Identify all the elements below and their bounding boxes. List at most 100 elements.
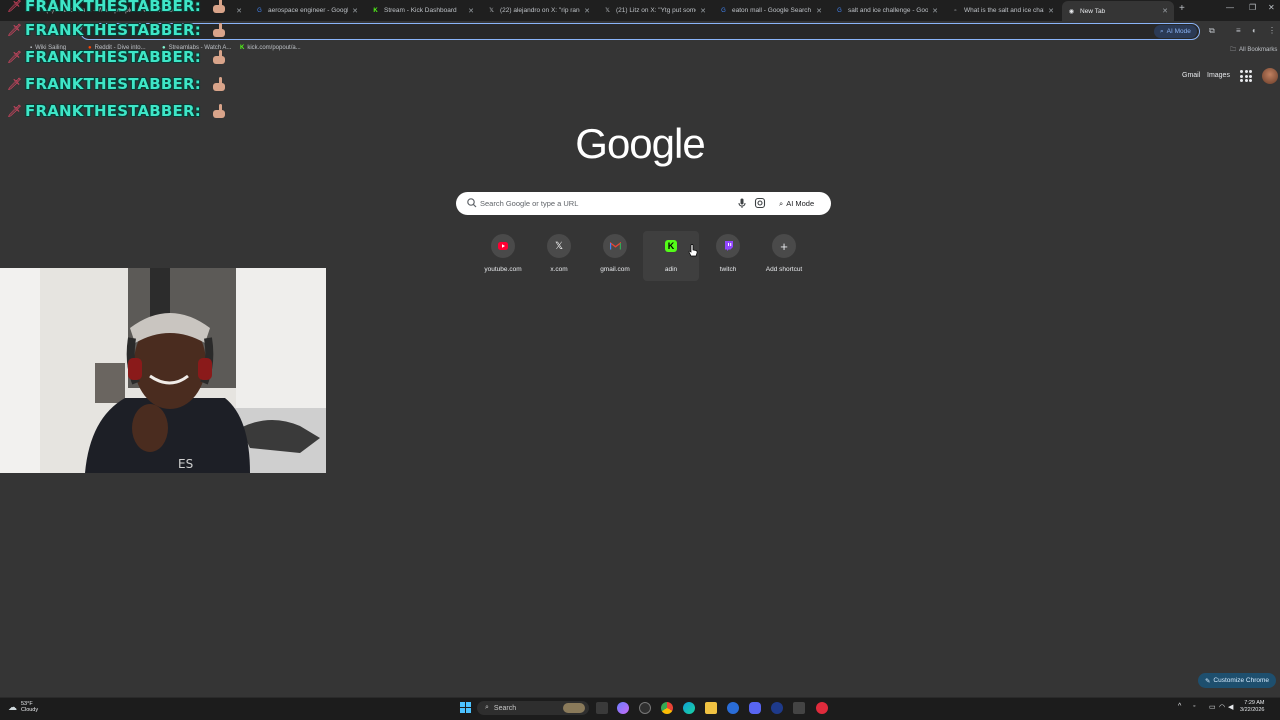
profile-icon[interactable]: ◐ <box>1252 26 1257 35</box>
windows-start-icon[interactable] <box>460 702 471 713</box>
tab-alejandro[interactable]: 𝕏 (22) alejandro on X: "rip rand ✕ <box>482 2 596 19</box>
tray-chevron-icon[interactable]: ^ <box>1178 703 1181 710</box>
close-icon[interactable]: ✕ <box>584 7 590 15</box>
pointing-hand-icon <box>212 104 225 118</box>
volume-icon[interactable]: ◀ <box>1228 703 1233 711</box>
cloud-icon: ☁ <box>8 701 17 712</box>
app-icon[interactable] <box>771 702 783 714</box>
shortcut-x[interactable]: 𝕏 x.com <box>531 231 587 281</box>
gmail-link[interactable]: Gmail <box>1182 72 1200 79</box>
tab-salt-ice[interactable]: G salt and ice challenge - Goog ✕ <box>830 2 944 19</box>
google-logo: Google <box>575 120 705 167</box>
restore-icon[interactable]: ❐ <box>1249 3 1256 12</box>
close-icon[interactable]: ✕ <box>1162 7 1168 15</box>
overlay-username: FRANKTHESTABBER: <box>25 0 201 15</box>
new-tab-icon[interactable]: + <box>1179 3 1185 14</box>
close-icon[interactable]: ✕ <box>1048 7 1054 15</box>
tab-salt-ice-article[interactable]: ▫ What is the salt and ice challe ✕ <box>946 2 1060 19</box>
shortcut-twitch[interactable]: twitch <box>700 231 756 281</box>
chatgpt-icon[interactable] <box>639 702 651 714</box>
overlay-row: 🗡 FRANKTHESTABBER: <box>7 75 229 93</box>
minimize-icon[interactable]: — <box>1226 3 1234 12</box>
wifi-icon[interactable]: ◠ <box>1219 703 1225 711</box>
google-icon: G <box>837 7 842 14</box>
x-icon: 𝕏 <box>605 8 610 14</box>
search-icon <box>467 198 477 208</box>
shortcut-gmail[interactable]: gmail.com <box>587 231 643 281</box>
overlay-row: 🗡 FRANKTHESTABBER: <box>6 21 229 39</box>
chrome-icon[interactable] <box>661 702 673 714</box>
address-bar[interactable] <box>80 23 1200 40</box>
search-box[interactable]: ⌕ AI Mode <box>456 192 831 215</box>
gmail-icon <box>603 234 627 258</box>
overlay-username: FRANKTHESTABBER: <box>25 75 201 93</box>
tab-title: Stream - Kick Dashboard <box>384 7 457 14</box>
window-close-icon[interactable]: ✕ <box>1268 3 1275 12</box>
task-view-icon[interactable] <box>596 702 608 714</box>
google-lens-icon[interactable] <box>754 197 766 209</box>
weather-widget[interactable]: ☁ 53°F Cloudy <box>8 701 38 713</box>
tab-new-tab[interactable]: ◉ New Tab ✕ <box>1062 1 1174 21</box>
images-link[interactable]: Images <box>1207 72 1230 79</box>
google-apps-icon[interactable] <box>1240 70 1252 82</box>
microphone-icon[interactable] <box>736 197 748 209</box>
all-bookmarks-button[interactable]: 🗀 All Bookmarks <box>1230 45 1277 55</box>
add-shortcut-button[interactable]: + Add shortcut <box>756 231 812 281</box>
close-icon[interactable]: ✕ <box>352 7 358 15</box>
ai-mode-button[interactable]: ⌕ AI Mode <box>774 196 819 211</box>
bookmark-label: kick.com/popout/a... <box>247 45 301 51</box>
system-clock[interactable]: 7:29 AM 3/22/2026 <box>1240 700 1264 714</box>
shortcut-youtube[interactable]: youtube.com <box>475 231 531 281</box>
bookmark-item[interactable]: K kick.com/popout/a... <box>240 45 301 51</box>
battery-icon[interactable]: ▭ <box>1209 703 1216 711</box>
menu-icon[interactable]: ⋮ <box>1268 26 1276 35</box>
search-input[interactable] <box>480 195 730 212</box>
ai-mode-label: AI Mode <box>786 199 815 208</box>
close-icon[interactable]: ✕ <box>816 7 822 15</box>
overlay-username: FRANKTHESTABBER: <box>25 48 201 66</box>
close-icon[interactable]: ✕ <box>932 7 938 15</box>
knife-icon: 🗡 <box>6 23 23 37</box>
tab-title: New Tab <box>1080 7 1106 15</box>
tab-title: eaton mall - Google Search <box>732 7 812 14</box>
discord-icon[interactable] <box>749 702 761 714</box>
overlay-row: 🗡 FRANKTHESTABBER: <box>7 48 229 66</box>
extensions-icon[interactable]: ⧉ <box>1209 26 1215 36</box>
media-icon[interactable]: ≡ <box>1236 26 1241 35</box>
file-explorer-icon[interactable] <box>705 702 717 714</box>
google-icon: G <box>257 7 262 14</box>
taskbar-search[interactable]: ⌕ Search <box>477 701 589 715</box>
tab-title: (21) Litz on X: "Ytg put some <box>616 7 697 14</box>
tab-kick-dashboard[interactable]: K Stream - Kick Dashboard ✕ <box>366 2 480 19</box>
kick-icon: K <box>240 45 245 51</box>
kick-icon: K <box>373 7 378 14</box>
close-icon[interactable]: ✕ <box>236 7 242 15</box>
tray-app-icon[interactable]: ◦ <box>1193 703 1195 710</box>
pencil-icon: ✎ <box>1204 677 1211 685</box>
tab-title: What is the salt and ice challe <box>964 7 1045 14</box>
shortcut-label: adin <box>664 266 678 273</box>
taskbar-search-label: Search <box>493 704 517 712</box>
tab-litz[interactable]: 𝕏 (21) Litz on X: "Ytg put some ✕ <box>598 2 712 19</box>
copilot-icon[interactable] <box>617 702 629 714</box>
page-icon: ▫ <box>954 7 957 14</box>
close-icon[interactable]: ✕ <box>468 7 474 15</box>
youtube-icon <box>491 234 515 258</box>
shortcut-label: twitch <box>719 266 737 273</box>
close-icon[interactable]: ✕ <box>700 7 706 15</box>
search-highlight-icon <box>563 703 585 713</box>
knife-icon: 🗡 <box>6 104 23 118</box>
customize-chrome-button[interactable]: ✎ Customize Chrome <box>1198 673 1276 688</box>
terminal-icon[interactable] <box>793 702 805 714</box>
account-avatar[interactable] <box>1262 68 1278 84</box>
obs-icon[interactable] <box>816 702 828 714</box>
omnibox-ai-mode-button[interactable]: ⌕ AI Mode <box>1154 25 1197 38</box>
webcam-person-image: ES <box>0 268 326 473</box>
all-bookmarks-label: All Bookmarks <box>1239 47 1278 53</box>
pointing-hand-icon <box>212 0 225 13</box>
tab-eaton-mall[interactable]: G eaton mall - Google Search ✕ <box>714 2 828 19</box>
app-icon[interactable] <box>727 702 739 714</box>
screen: 𝕏 (1) Search on X - What people ✺ ChatGP… <box>0 0 1280 720</box>
tab-aerospace[interactable]: G aerospace engineer - Google ✕ <box>250 2 364 19</box>
edge-icon[interactable] <box>683 702 695 714</box>
